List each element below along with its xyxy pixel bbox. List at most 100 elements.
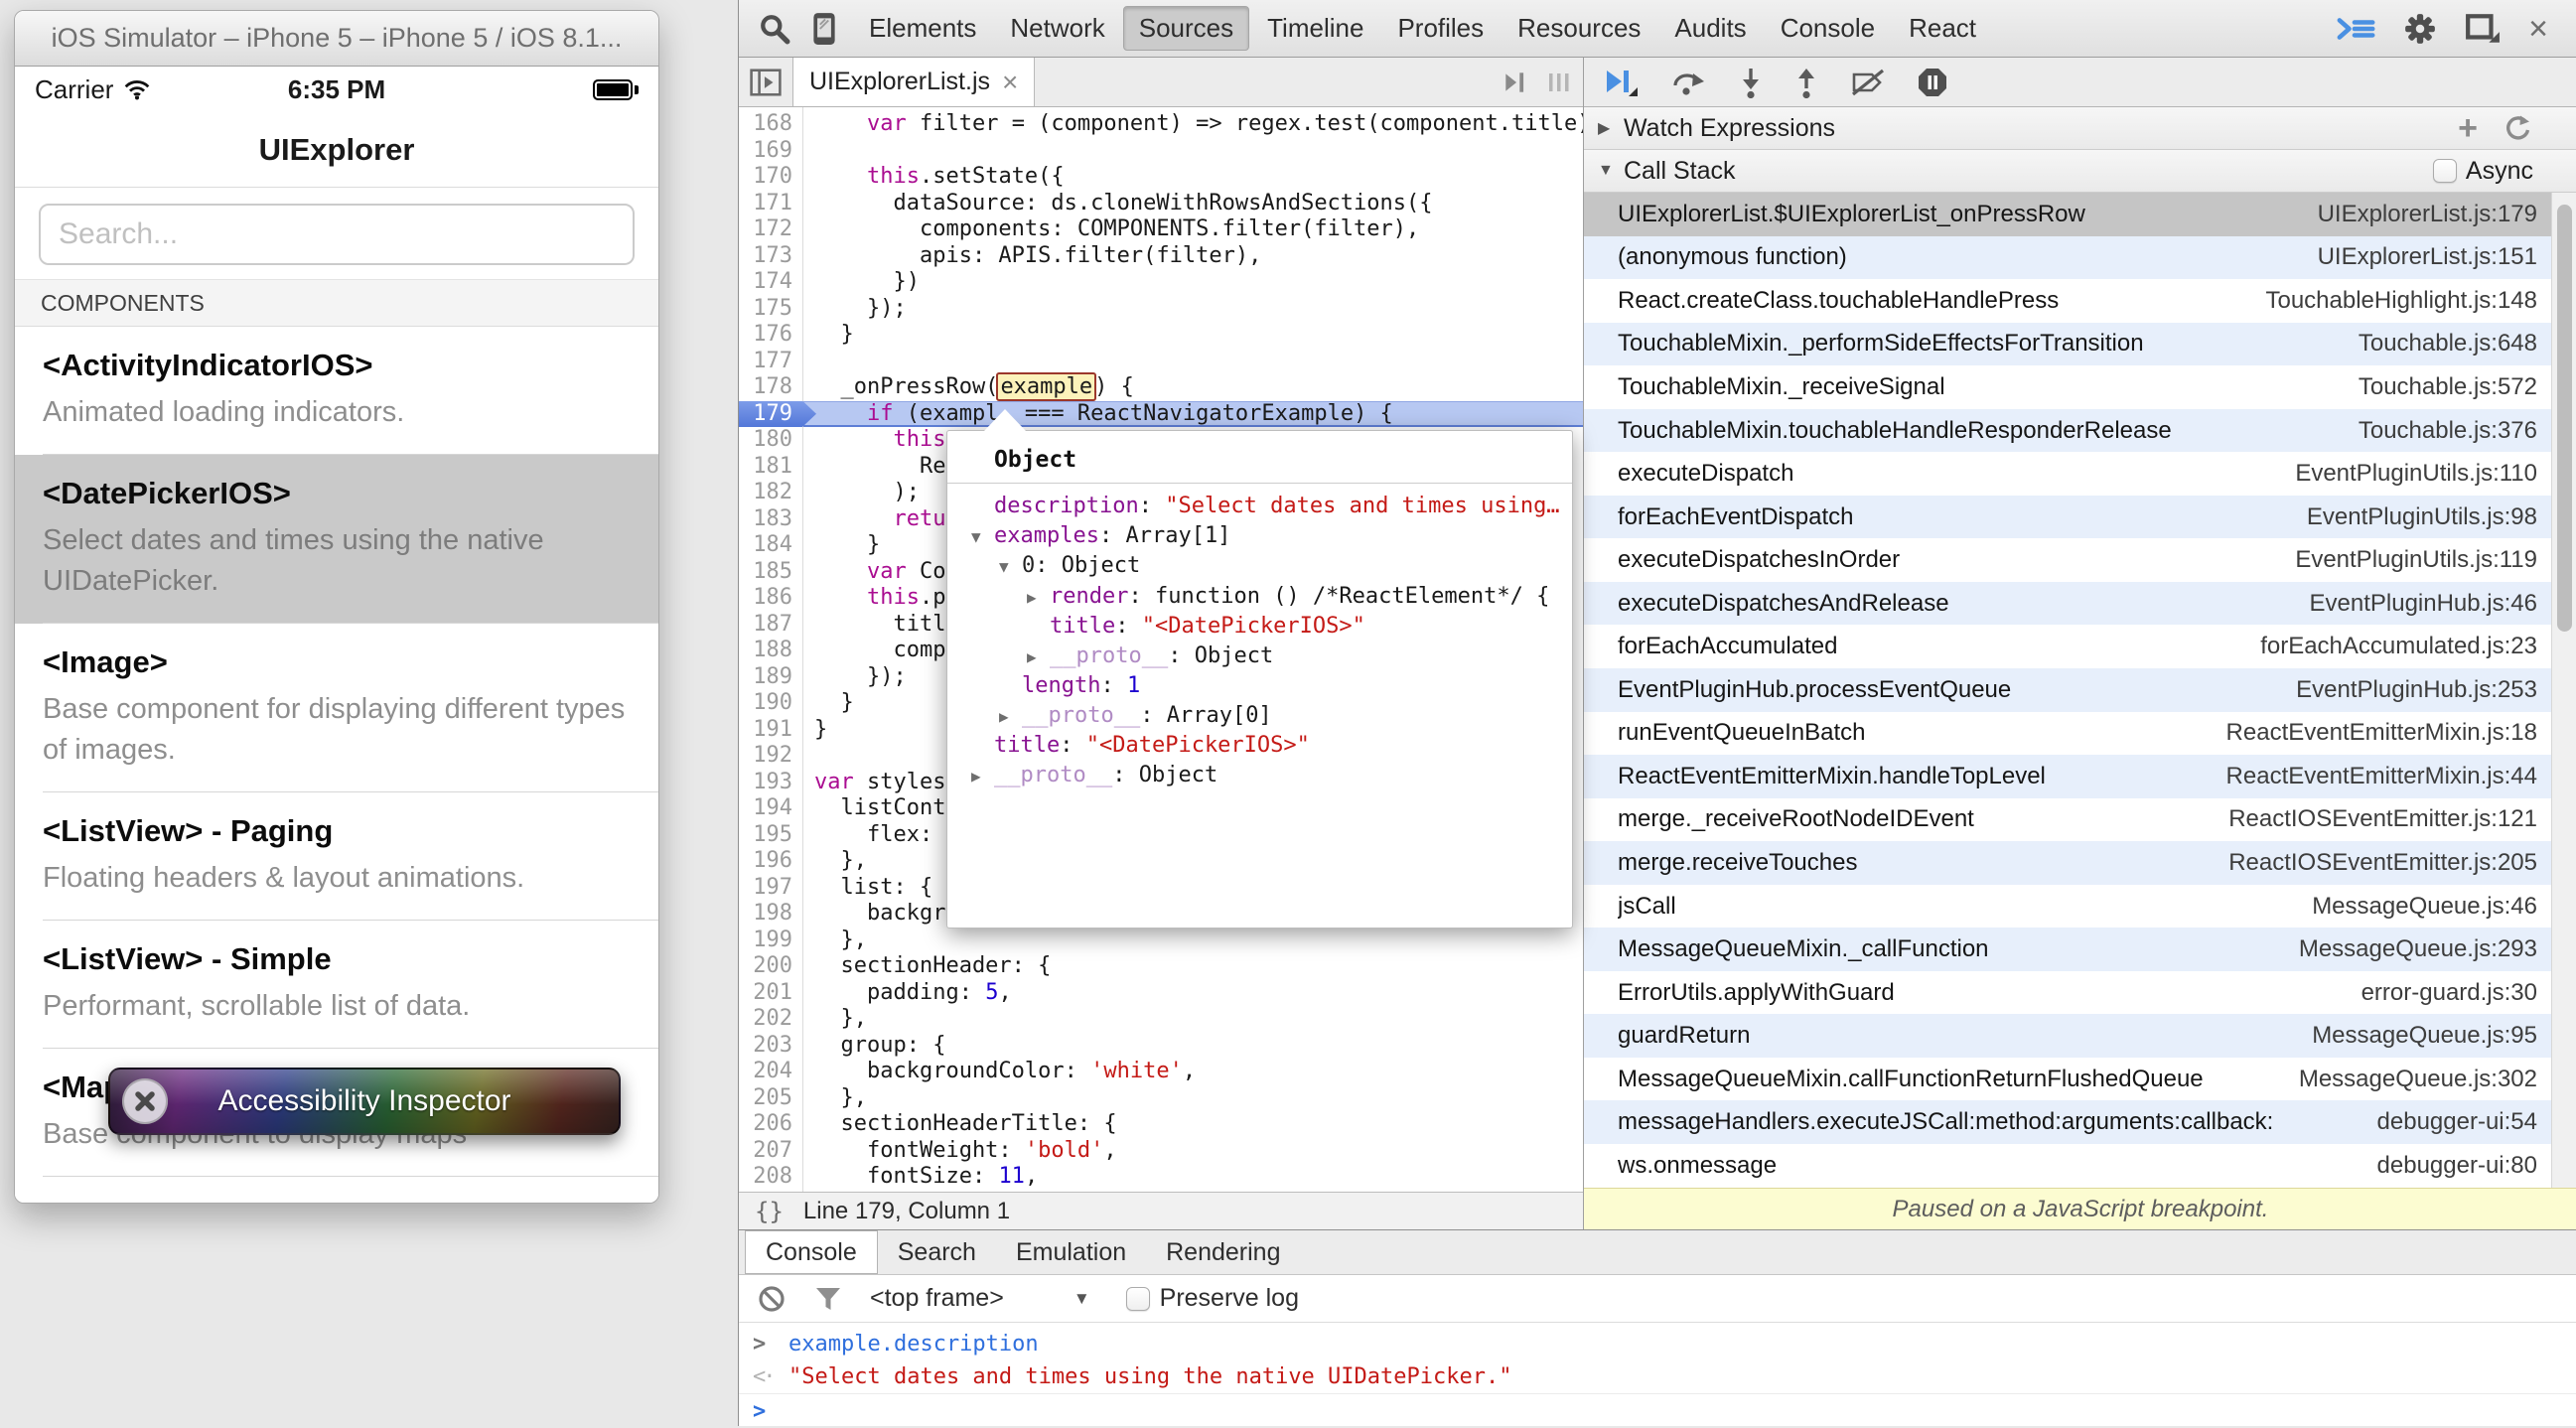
- call-stack-frame[interactable]: TouchableMixin._receiveSignal Touchable.j…: [1584, 365, 2551, 409]
- refresh-icon[interactable]: [2504, 114, 2531, 142]
- call-stack-frame[interactable]: TouchableMixin._performSideEffectsForTra…: [1584, 322, 2551, 366]
- tab-sources[interactable]: Sources: [1122, 6, 1250, 51]
- line-number[interactable]: 181: [739, 454, 802, 481]
- line-number[interactable]: 189: [739, 664, 802, 691]
- line-number[interactable]: 176: [739, 322, 802, 349]
- call-stack-frame[interactable]: forEachAccumulated forEachAccumulated.js:…: [1584, 625, 2551, 668]
- file-tab-close-icon[interactable]: ×: [1002, 68, 1018, 96]
- call-stack-frame[interactable]: (anonymous function) UIExplorerList.js:15…: [1584, 235, 2551, 280]
- call-stack-frame[interactable]: guardReturn MessageQueue.js:95: [1584, 1014, 2551, 1058]
- object-property-row[interactable]: length: 1: [971, 671, 1572, 701]
- code-line[interactable]: 171 dataSource: ds.cloneWithRowsAndSecti…: [739, 191, 1583, 217]
- list-item[interactable]: <ListView> - Paging Floating headers & la…: [15, 792, 658, 921]
- tab-elements[interactable]: Elements: [853, 6, 992, 51]
- tab-console[interactable]: Console: [1765, 6, 1891, 51]
- list-item[interactable]: <ActivityIndicatorIOS> Animated loading i…: [15, 327, 658, 455]
- object-property-row[interactable]: ▶ __proto__: Object: [971, 642, 1572, 672]
- tab-profiles[interactable]: Profiles: [1381, 6, 1500, 51]
- line-number[interactable]: 195: [739, 822, 802, 849]
- preserve-log-checkbox[interactable]: [1125, 1286, 1150, 1311]
- code-line[interactable]: 205 },: [739, 1085, 1583, 1112]
- frame-selector[interactable]: <top frame> ▼: [870, 1284, 1090, 1313]
- call-stack-frame[interactable]: ws.onmessage debugger-ui:80: [1584, 1144, 2551, 1188]
- breakpoint-flag[interactable]: 179: [739, 400, 816, 427]
- call-stack-frame[interactable]: EventPluginHub.processEventQueue EventPlu…: [1584, 668, 2551, 712]
- list-item[interactable]: <ListView> - Simple Performant, scrollabl…: [15, 921, 658, 1049]
- clear-console-icon[interactable]: [757, 1284, 787, 1314]
- simulator-titlebar[interactable]: iOS Simulator – iPhone 5 – iPhone 5 / iO…: [15, 11, 658, 67]
- code-line[interactable]: 203 group: {: [739, 1033, 1583, 1060]
- code-line[interactable]: 202 },: [739, 1006, 1583, 1033]
- line-number[interactable]: 183: [739, 506, 802, 533]
- call-stack-frame[interactable]: React.createClass.touchableHandlePress To…: [1584, 279, 2551, 323]
- code-line[interactable]: 201 padding: 5,: [739, 980, 1583, 1007]
- console-prompt[interactable]: >: [739, 1394, 2576, 1428]
- call-stack-frame[interactable]: forEachEventDispatch EventPluginUtils.js:…: [1584, 495, 2551, 539]
- tab-timeline[interactable]: Timeline: [1251, 6, 1379, 51]
- call-stack-frame[interactable]: runEventQueueInBatch ReactEventEmitterMix…: [1584, 712, 2551, 756]
- tab-audits[interactable]: Audits: [1658, 6, 1762, 51]
- call-stack-frame[interactable]: MessageQueueMixin.callFunctionReturnFlus…: [1584, 1058, 2551, 1101]
- chevron-down-icon[interactable]: ▼: [999, 552, 1022, 582]
- call-stack-frame[interactable]: merge._receiveRootNodeIDEvent ReactIOSEve…: [1584, 798, 2551, 842]
- line-number[interactable]: 198: [739, 901, 802, 928]
- object-property-row[interactable]: title: "<DatePickerIOS>": [971, 731, 1572, 761]
- show-sidebar-icon[interactable]: [1502, 69, 1529, 96]
- line-number[interactable]: 196: [739, 848, 802, 875]
- call-stack-frame[interactable]: ErrorUtils.applyWithGuard error-guard.js:…: [1584, 971, 2551, 1015]
- code-line[interactable]: 173 apis: APIS.filter(filter),: [739, 243, 1583, 270]
- step-over-button[interactable]: [1671, 69, 1707, 96]
- line-number[interactable]: 191: [739, 717, 802, 744]
- call-stack-frame[interactable]: jsCall MessageQueue.js:46: [1584, 885, 2551, 928]
- inspect-search-icon[interactable]: [759, 13, 790, 45]
- code-line[interactable]: 207 fontWeight: 'bold',: [739, 1138, 1583, 1165]
- line-number[interactable]: 177: [739, 349, 802, 375]
- call-stack-frame[interactable]: MessageQueueMixin._callFunction MessageQu…: [1584, 928, 2551, 971]
- object-property-row[interactable]: ▶ render: function () /*ReactElement*/ {: [971, 582, 1572, 613]
- line-number[interactable]: 175: [739, 296, 802, 323]
- console-tab-console[interactable]: Console: [745, 1230, 878, 1274]
- call-stack-frame[interactable]: merge.receiveTouches ReactIOSEventEmitter…: [1584, 841, 2551, 885]
- code-line[interactable]: 175 });: [739, 296, 1583, 323]
- line-number[interactable]: 180: [739, 427, 802, 454]
- line-number[interactable]: 174: [739, 269, 802, 296]
- code-line[interactable]: 199 },: [739, 928, 1583, 954]
- list-item[interactable]: <Image> Base component for displaying dif…: [15, 624, 658, 792]
- line-number[interactable]: 204: [739, 1059, 802, 1085]
- line-number[interactable]: 182: [739, 480, 802, 506]
- code-line[interactable]: 176 }: [739, 322, 1583, 349]
- chevron-right-icon[interactable]: ▶: [1027, 643, 1050, 672]
- code-line[interactable]: 172 components: COMPONENTS.filter(filter…: [739, 216, 1583, 243]
- line-number[interactable]: 192: [739, 743, 802, 770]
- line-number[interactable]: 194: [739, 795, 802, 822]
- sidebar-scrollbar[interactable]: [2551, 193, 2576, 1188]
- line-number[interactable]: 205: [739, 1085, 802, 1112]
- chevron-right-icon[interactable]: ▶: [1598, 118, 1624, 138]
- tab-network[interactable]: Network: [994, 6, 1120, 51]
- line-number[interactable]: 173: [739, 243, 802, 270]
- line-number[interactable]: 188: [739, 638, 802, 664]
- code-line[interactable]: 204 backgroundColor: 'white',: [739, 1059, 1583, 1085]
- chevron-right-icon[interactable]: ▶: [999, 702, 1022, 732]
- code-line[interactable]: 200 sectionHeader: {: [739, 953, 1583, 980]
- console-result-entry[interactable]: <· "Select dates and times using the nat…: [739, 1360, 2576, 1394]
- scrollbar-thumb[interactable]: [2557, 205, 2572, 632]
- line-number[interactable]: 197: [739, 875, 802, 902]
- call-stack-frame[interactable]: TouchableMixin.touchableHandleResponderR…: [1584, 408, 2551, 453]
- code-line[interactable]: 168 var filter = (component) => regex.te…: [739, 111, 1583, 138]
- list-item[interactable]: <DatePickerIOS> Select dates and times us…: [15, 455, 658, 624]
- line-number[interactable]: 206: [739, 1111, 802, 1138]
- file-tab[interactable]: UIExplorerList.js ×: [792, 58, 1036, 106]
- accessibility-inspector-overlay[interactable]: Accessibility Inspector: [108, 1068, 621, 1135]
- code-line[interactable]: 178 _onPressRow(example) {: [739, 372, 1583, 401]
- object-property-row[interactable]: description: "Select dates and times usi…: [971, 492, 1572, 521]
- console-input-entry[interactable]: > example.description: [739, 1327, 2576, 1360]
- chevron-right-icon[interactable]: ▶: [1027, 583, 1050, 613]
- code-line[interactable]: 177: [739, 349, 1583, 375]
- devtools-close-icon[interactable]: ×: [2528, 12, 2548, 46]
- object-property-row[interactable]: ▶ __proto__: Object: [971, 761, 1572, 791]
- line-number[interactable]: 200: [739, 953, 802, 980]
- console-output[interactable]: > example.description <· "Select dates a…: [739, 1323, 2576, 1428]
- line-number[interactable]: 207: [739, 1138, 802, 1165]
- call-stack-frame[interactable]: executeDispatchesInOrder EventPluginUtils…: [1584, 538, 2551, 582]
